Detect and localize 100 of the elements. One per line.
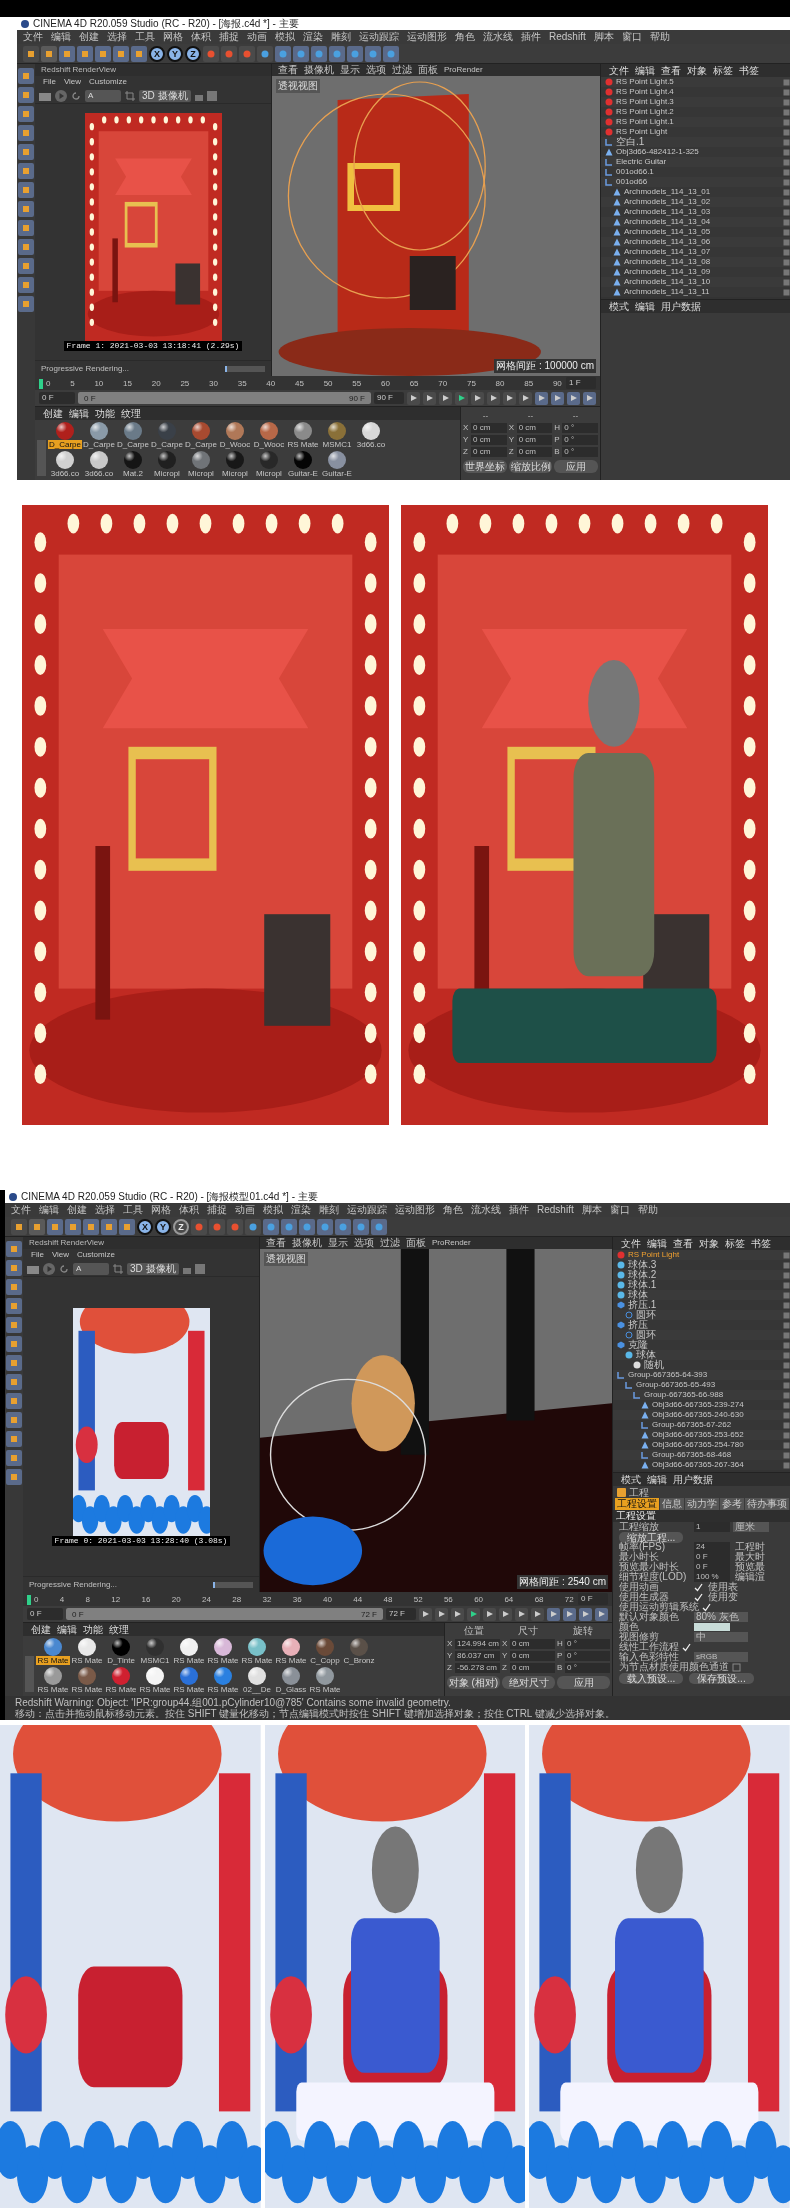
material-name[interactable]: Guitar-E — [321, 469, 353, 478]
material-name[interactable]: D_Tinte — [106, 1656, 136, 1665]
material-swatch[interactable] — [294, 451, 312, 469]
tool-icon[interactable] — [281, 1218, 297, 1235]
tool-icon[interactable] — [257, 45, 273, 62]
material-swatch[interactable] — [282, 1638, 300, 1656]
object-name[interactable]: Group-667365-67-262 — [652, 1420, 780, 1430]
menu-item[interactable]: 文件 — [11, 1204, 31, 1216]
transport-icon[interactable] — [547, 1607, 560, 1621]
refresh-icon[interactable] — [59, 1263, 69, 1274]
material-swatch[interactable] — [146, 1667, 164, 1685]
transport-icon[interactable] — [483, 1607, 496, 1621]
menu-item[interactable]: 脚本 — [581, 1204, 602, 1216]
checkbox[interactable] — [732, 1662, 741, 1672]
rotation-field[interactable]: 0 ° — [565, 1638, 610, 1649]
menu-item[interactable]: 书签 — [739, 64, 759, 77]
menu-item[interactable]: 插件 — [509, 1204, 529, 1216]
camera-dropdown[interactable]: 3D 摄像机 — [127, 1262, 179, 1275]
transport-icon[interactable] — [467, 1607, 480, 1621]
transport-icon[interactable] — [419, 1607, 432, 1621]
material-name[interactable]: RS Mate — [104, 1685, 138, 1694]
position-field[interactable]: 0 cm — [471, 434, 507, 445]
menu-item[interactable]: 创建 — [67, 1204, 87, 1216]
preset-button[interactable]: 保存预设... — [689, 1673, 754, 1684]
menu-item[interactable]: Customize — [89, 76, 127, 88]
material-name[interactable]: D_Wooc — [252, 440, 286, 449]
transport-icon[interactable] — [579, 1607, 592, 1621]
object-name[interactable]: Archmodels_114_13_01 — [624, 187, 780, 197]
unit-dropdown[interactable]: 厘米 — [733, 1522, 769, 1532]
material-name[interactable]: Micropl — [187, 469, 215, 478]
material-swatch[interactable] — [124, 422, 142, 440]
color-swatch[interactable] — [694, 1623, 730, 1631]
tool-icon[interactable] — [101, 1218, 117, 1235]
material-swatch[interactable] — [158, 422, 176, 440]
menu-item[interactable]: 过滤 — [392, 64, 412, 76]
tool-icon[interactable] — [113, 45, 129, 62]
material-swatch[interactable] — [112, 1638, 130, 1656]
menu-item[interactable]: Redshift — [537, 1204, 574, 1216]
tool-icon[interactable] — [6, 1374, 22, 1390]
tool-icon[interactable] — [311, 45, 327, 62]
transport-icon[interactable] — [595, 1607, 608, 1621]
frame-field[interactable]: 0 F — [27, 1608, 63, 1620]
tool-icon[interactable] — [47, 1218, 63, 1235]
object-name[interactable]: 001od66.1 — [616, 167, 780, 177]
menu-item[interactable]: 网格 — [151, 1204, 171, 1216]
menu-item[interactable]: View — [51, 1249, 70, 1261]
tool-icon[interactable] — [18, 277, 34, 293]
material-swatch[interactable] — [180, 1638, 198, 1656]
tab[interactable]: 编辑 — [69, 407, 89, 420]
tool-icon[interactable] — [365, 45, 381, 62]
coordinate-mode-dropdown[interactable]: 对象 (相对) — [447, 1676, 500, 1689]
transport-icon[interactable] — [435, 1607, 448, 1621]
menu-item[interactable]: View — [63, 76, 82, 88]
material-name[interactable]: MSMC1 — [321, 440, 353, 449]
object-name[interactable]: RS Point Light.2 — [616, 107, 780, 117]
material-name[interactable]: Micropl — [153, 469, 181, 478]
material-name[interactable]: Micropl — [221, 469, 249, 478]
menu-item[interactable]: 查看 — [266, 1237, 286, 1249]
tool-icon[interactable] — [209, 1218, 225, 1235]
size-field[interactable]: 0 cm — [516, 434, 553, 445]
material-name[interactable]: RS Mate — [172, 1685, 206, 1694]
menu-item[interactable]: File — [31, 1249, 44, 1261]
tool-icon[interactable] — [95, 45, 111, 62]
preset-button[interactable]: 载入预设... — [619, 1673, 684, 1684]
tab[interactable]: 创建 — [31, 1623, 51, 1636]
object-name[interactable]: 挤压.1 — [628, 1300, 780, 1310]
tool-icon[interactable] — [18, 125, 34, 141]
menu-item[interactable]: 帮助 — [637, 1204, 658, 1216]
object-name[interactable]: 球体.3 — [628, 1260, 780, 1270]
tool-icon[interactable] — [6, 1241, 22, 1257]
frame-field[interactable]: 1 F — [566, 377, 596, 389]
transport-icon[interactable] — [535, 391, 548, 405]
range-slider[interactable]: 0 F 90 F — [78, 392, 371, 404]
tab[interactable]: 纹理 — [109, 1623, 129, 1636]
menu-item[interactable]: Redshift — [549, 31, 586, 43]
material-name[interactable]: C_Copp — [309, 1656, 341, 1665]
tool-icon[interactable] — [191, 1218, 207, 1235]
menu-item[interactable]: 动画 — [247, 31, 267, 43]
clapper-icon[interactable] — [27, 1263, 39, 1274]
transport-icon[interactable] — [519, 391, 532, 405]
tool-icon[interactable] — [6, 1336, 22, 1352]
tab[interactable]: 功能 — [83, 1623, 103, 1636]
tab[interactable]: 创建 — [43, 407, 63, 420]
tool-icon[interactable] — [6, 1279, 22, 1295]
material-name[interactable]: Guitar-E — [287, 469, 319, 478]
tool-icon[interactable] — [371, 1218, 387, 1235]
object-name[interactable]: Archmodels_114_13_07 — [624, 247, 780, 257]
tool-icon[interactable] — [18, 239, 34, 255]
tool-icon[interactable] — [6, 1355, 22, 1371]
crop-icon[interactable] — [125, 90, 135, 101]
tool-icon[interactable] — [263, 1218, 279, 1235]
tool-icon[interactable] — [245, 1218, 261, 1235]
menu-item[interactable]: 用户数据 — [661, 300, 701, 313]
tab[interactable]: 功能 — [95, 407, 115, 420]
menu-item[interactable]: 编辑 — [39, 1204, 59, 1216]
menu-item[interactable]: 对象 — [699, 1237, 719, 1250]
position-field[interactable]: 124.994 cm — [455, 1638, 500, 1649]
menu-item[interactable]: 窗口 — [621, 31, 642, 43]
object-name[interactable]: Archmodels_114_13_09 — [624, 267, 780, 277]
menu-item[interactable]: 角色 — [455, 31, 475, 43]
